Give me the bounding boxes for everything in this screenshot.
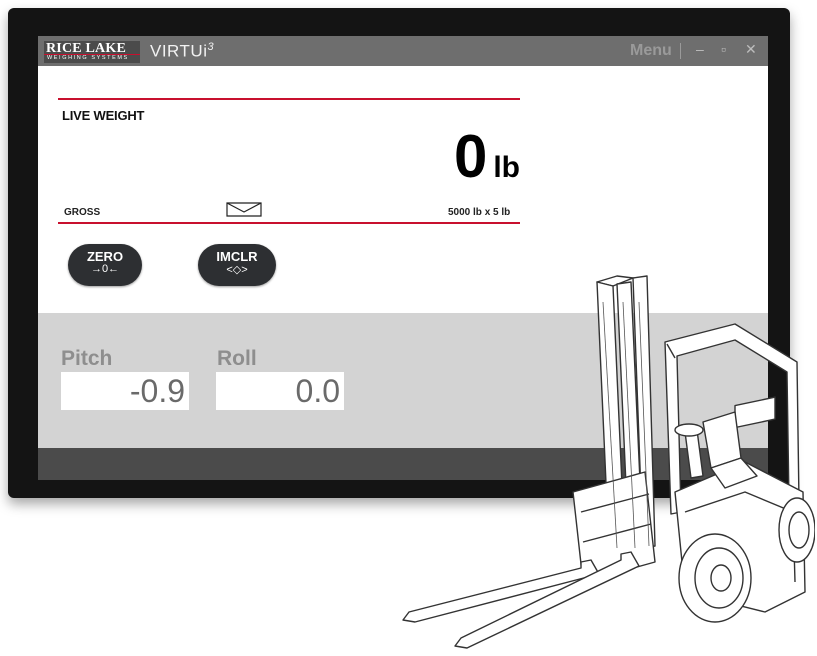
title-separator [680,43,681,59]
imclr-diamond-icon: <◇> [226,264,248,276]
maximize-button[interactable]: ▫ [721,41,726,57]
app-title-text: VIRTUi [150,41,208,61]
title-bar: RICE LAKE WEIGHING SYSTEMS VIRTUi3 Menu … [38,36,768,66]
minimize-button[interactable]: – [696,41,704,57]
app-title: VIRTUi3 [150,41,214,62]
weight-display: 0 lb [454,127,520,187]
live-weight-title: LIVE WEIGHT [62,108,145,123]
roll-value: 0.0 [295,373,340,409]
pitch-label: Pitch [61,347,113,370]
forklift-illustration [402,275,815,649]
bottom-divider [58,222,520,224]
weight-value: 0 [453,123,488,190]
zero-button-label: ZERO [86,249,124,264]
imclr-button-label: IMCLR [216,249,258,264]
app-title-superscript: 3 [207,41,215,53]
pitch-value: -0.9 [129,373,185,409]
pitch-value-box: -0.9 [61,372,189,410]
roll-value-box: 0.0 [216,372,344,410]
capacity-label: 5000 lb x 5 lb [448,207,511,218]
menu-button[interactable]: Menu [630,42,672,60]
zero-button[interactable]: ZERO →0← [68,244,142,286]
gross-mode-label: GROSS [64,207,101,218]
top-divider [58,98,520,100]
weight-unit: lb [493,151,520,184]
rice-lake-logo: RICE LAKE WEIGHING SYSTEMS [44,41,140,63]
brand-subtitle: WEIGHING SYSTEMS [47,55,129,61]
close-button[interactable]: ✕ [745,41,757,58]
imclr-button[interactable]: IMCLR <◇> [198,244,276,286]
roll-label: Roll [217,347,257,370]
zero-arrows-icon: →0← [90,263,120,275]
center-of-zero-icon [226,202,262,217]
